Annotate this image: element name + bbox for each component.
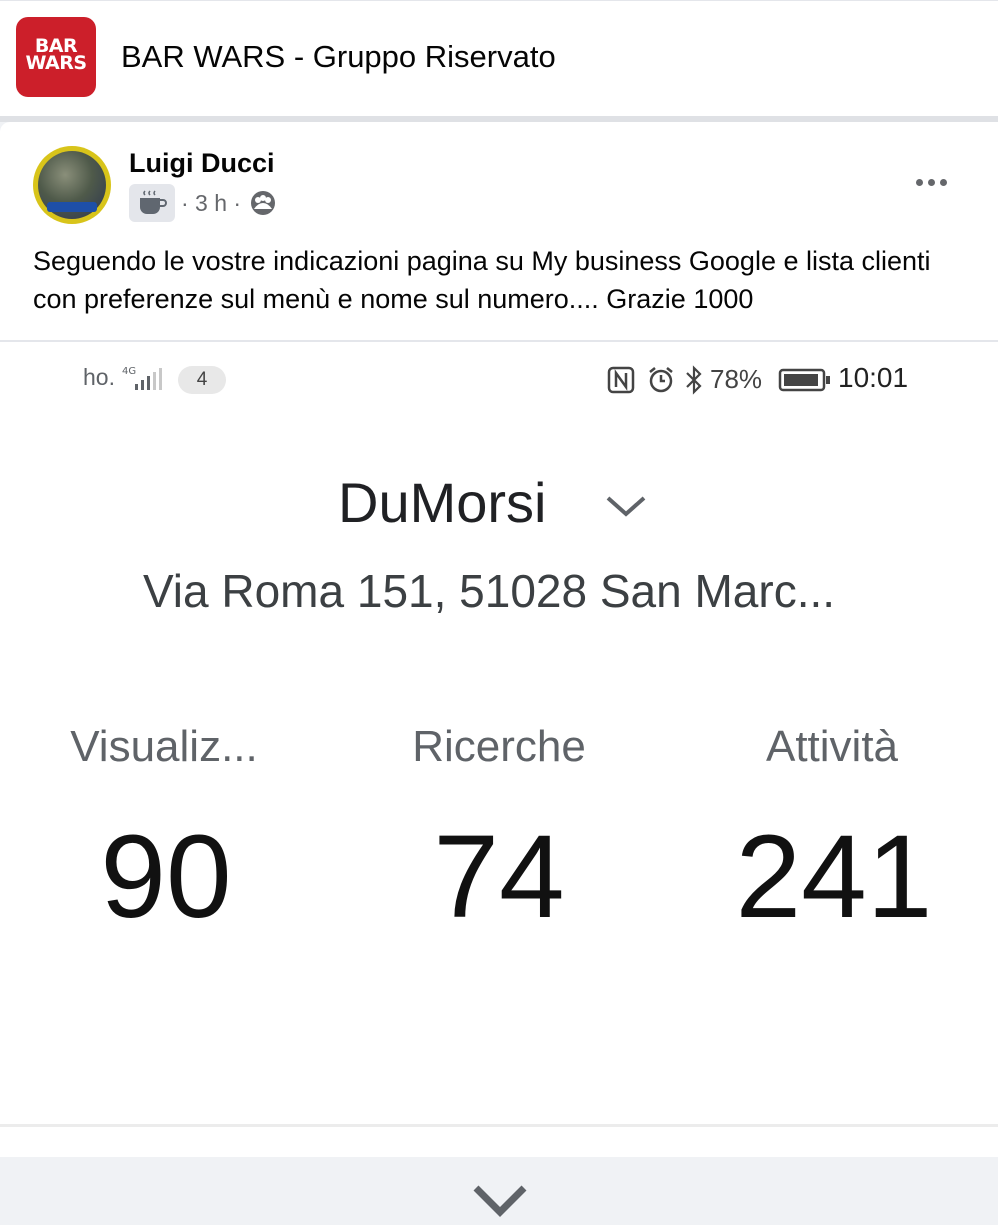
stat-label-views: Visualiz... (70, 722, 258, 771)
business-address: Via Roma 151, 51028 San Marc... (142, 565, 836, 617)
stat-label-activities: Attività (765, 722, 899, 771)
business-name[interactable]: DuMorsi (338, 470, 546, 535)
stat-label-searches: Ricerche (412, 722, 586, 771)
group-header: BAR WARS BAR WARS - Gruppo Riservato (0, 0, 998, 117)
svg-text:4G: 4G (122, 366, 136, 377)
battery-icon (778, 368, 832, 397)
battery-percent: 78% (710, 364, 763, 394)
stat-value-views: 90 (100, 811, 232, 943)
alarm-icon (646, 365, 676, 400)
status-bar-right: 78% 10:01 (606, 362, 926, 396)
clock: 10:01 (838, 362, 909, 393)
group-members-icon (250, 190, 276, 221)
notification-count-badge: 4 (178, 366, 226, 394)
expand-chevron-icon[interactable] (470, 1180, 530, 1225)
post-text: Seguendo le vostre indicazioni pagina su… (33, 246, 931, 314)
more-options-icon[interactable] (904, 164, 960, 200)
stat-value-searches: 74 (433, 811, 565, 943)
bluetooth-icon (684, 364, 704, 401)
logo-text-bottom: WARS (25, 52, 87, 74)
stat-value-activities: 241 (735, 811, 933, 943)
carrier-label: ho. (83, 364, 115, 390)
signal-strength-icon: 4G (121, 362, 171, 401)
post-card: Luigi Ducci · 3 h · Seguendo le vostre i… (0, 122, 998, 1217)
group-name[interactable]: BAR WARS - Gruppo Riservato (121, 39, 556, 75)
nfc-icon (606, 365, 636, 400)
post-image[interactable]: ho. 4G 4 78% 10:01 DuMorsi Via Roma 151,… (0, 342, 998, 1217)
author-avatar[interactable] (33, 146, 111, 224)
author-name[interactable]: Luigi Ducci (129, 148, 275, 179)
coffee-cup-icon[interactable] (129, 184, 175, 222)
chevron-down-icon[interactable] (604, 492, 648, 525)
group-logo[interactable]: BAR WARS (16, 17, 96, 97)
avatar-frame-band (47, 202, 97, 212)
image-divider (0, 1124, 998, 1127)
post-timestamp[interactable]: · 3 h · (181, 190, 241, 217)
